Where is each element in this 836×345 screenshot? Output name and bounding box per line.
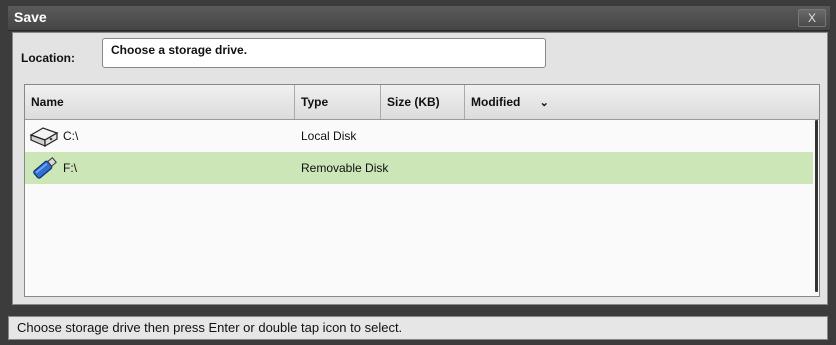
- dialog-title: Save: [14, 9, 47, 25]
- usb-drive-icon: [33, 157, 57, 179]
- drive-list: Name Type Size (KB) Modified ⌄ C:\ Local…: [24, 84, 820, 297]
- close-button[interactable]: X: [798, 9, 826, 27]
- column-name-label: Name: [31, 95, 64, 109]
- location-field[interactable]: Choose a storage drive.: [102, 38, 546, 68]
- column-header-type[interactable]: Type: [295, 85, 381, 119]
- content-panel: Location: Choose a storage drive. Name T…: [12, 32, 828, 305]
- drive-name: F:\: [63, 161, 77, 175]
- location-label: Location:: [21, 51, 75, 65]
- column-modified-label: Modified: [471, 95, 521, 109]
- list-header: Name Type Size (KB) Modified ⌄: [25, 85, 819, 120]
- title-bar: Save X: [8, 6, 830, 31]
- drive-row-c[interactable]: C:\ Local Disk: [25, 120, 813, 152]
- save-dialog: Save X Location: Choose a storage drive.…: [0, 0, 836, 345]
- column-type-label: Type: [301, 95, 329, 109]
- drive-name: C:\: [63, 129, 79, 143]
- hard-drive-icon: [29, 127, 59, 148]
- column-header-size[interactable]: Size (KB): [381, 85, 465, 119]
- drive-type: Removable Disk: [301, 161, 389, 175]
- column-header-modified[interactable]: Modified ⌄: [465, 85, 819, 119]
- column-size-label: Size (KB): [387, 95, 440, 109]
- vertical-scrollbar[interactable]: [815, 120, 818, 292]
- drive-type: Local Disk: [301, 129, 357, 143]
- column-header-name[interactable]: Name: [25, 85, 295, 119]
- chevron-down-icon[interactable]: ⌄: [540, 86, 549, 120]
- drive-row-f[interactable]: F:\ Removable Disk: [25, 152, 813, 184]
- status-bar: Choose storage drive then press Enter or…: [8, 316, 828, 340]
